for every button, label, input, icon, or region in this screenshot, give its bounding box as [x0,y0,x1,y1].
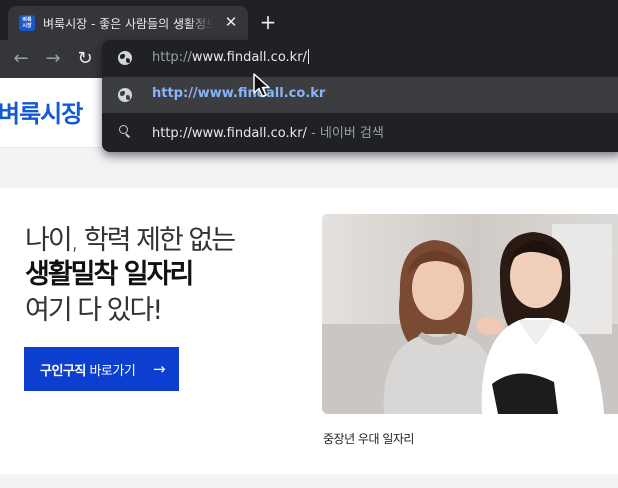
photo-caption[interactable]: 중장년 우대 일자리 [323,430,414,447]
tab-close-icon[interactable]: ✕ [223,14,239,30]
two-women-photo-illustration [322,214,618,414]
mouse-pointer-icon [253,73,270,98]
omnibox-suggestion-search[interactable]: http://www.findall.co.kr/ - 네이버 검색 [102,113,618,149]
cta-label-bold: 구인구직 [40,363,86,379]
new-tab-button[interactable]: + [258,12,278,32]
tab-strip: 벼룩 시장 벼룩시장 - 좋은 사람들의 생활정보 ✕ + [0,0,618,40]
globe-icon [118,51,132,65]
forward-arrow-icon[interactable]: → [42,48,64,70]
address-input[interactable]: http://www.findall.co.kr/ [152,49,309,65]
hero-headline-line2: 생활밀착 일자리 [25,259,194,290]
site-favicon-icon: 벼룩 시장 [19,15,35,31]
tab-title: 벼룩시장 - 좋은 사람들의 생활정보 [43,17,213,31]
hero-headline-line3: 여기 다 있다! [25,295,163,326]
omnibox-dropdown: http://www.findall.co.kr/ http://www.fin… [102,40,618,152]
search-icon [119,125,130,136]
address-bar[interactable]: http://www.findall.co.kr/ [102,40,618,76]
job-search-button[interactable]: 구인구직 바로가기 → [24,347,179,391]
cta-label-rest: 바로가기 [85,363,136,379]
reload-icon[interactable]: ↻ [74,48,96,70]
arrow-right-icon: → [153,360,166,378]
omnibox-suggestion-url[interactable]: http://www.findall.co.kr [102,77,618,113]
hero-photo[interactable] [322,214,618,414]
hero-section: 나이, 학력 제한 없는 생활밀착 일자리 여기 다 있다! 구인구직 바로가기… [0,188,618,474]
site-logo[interactable]: 벼룩시장 [0,94,83,129]
suggestion-text: http://www.findall.co.kr/ - 네이버 검색 [152,126,384,141]
globe-icon [118,88,132,102]
text-caret [307,49,309,64]
back-arrow-icon[interactable]: ← [10,48,32,70]
suggestion-text: http://www.findall.co.kr [152,86,326,101]
browser-tab[interactable]: 벼룩 시장 벼룩시장 - 좋은 사람들의 생활정보 ✕ [8,6,248,40]
